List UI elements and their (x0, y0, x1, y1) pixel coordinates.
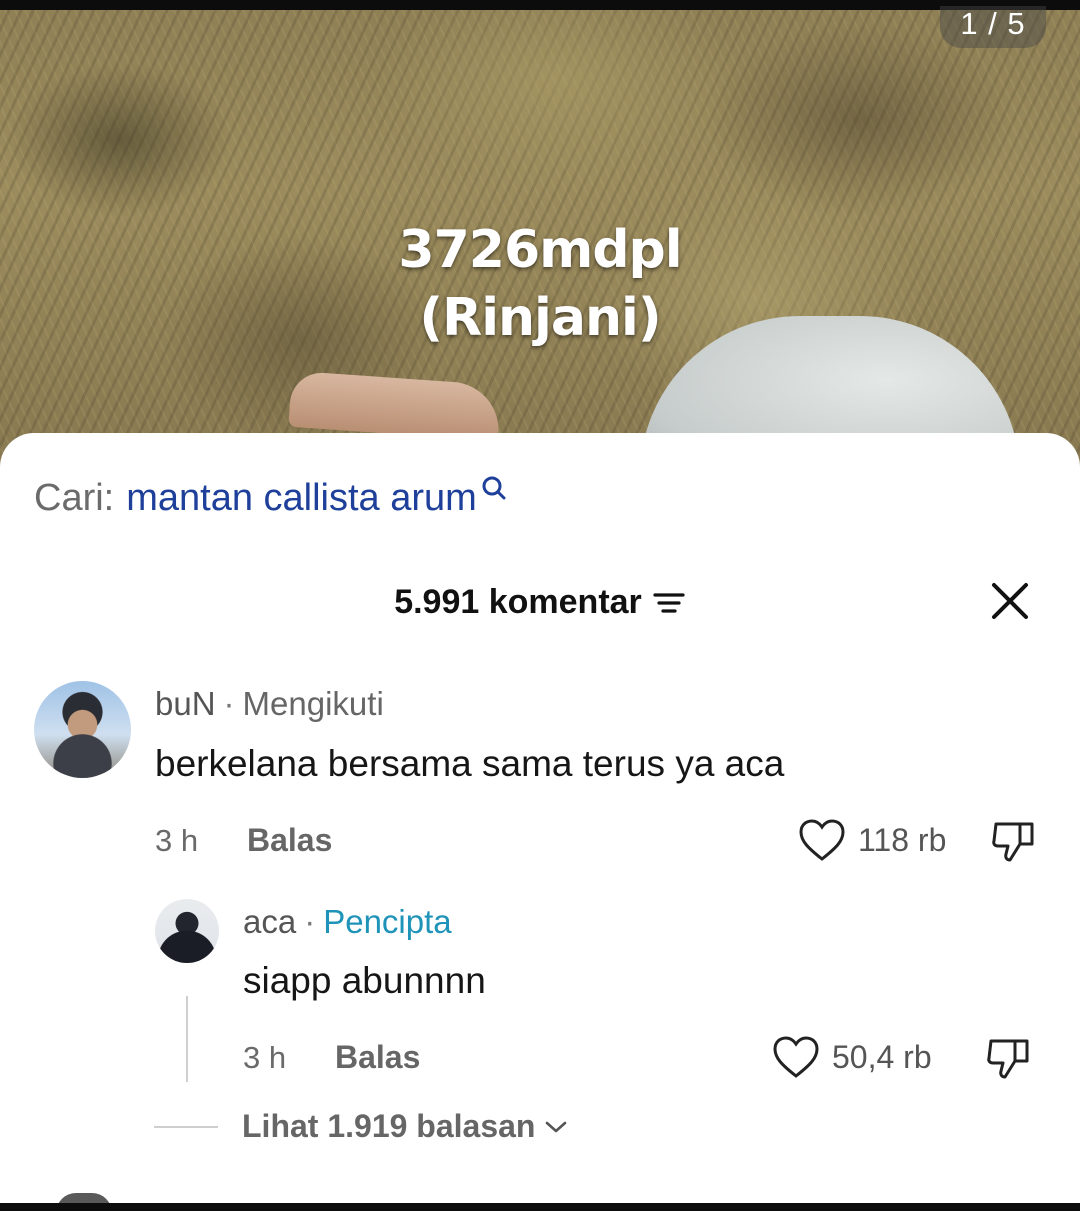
comment-count: 5.991 komentar (394, 583, 642, 621)
search-query-link[interactable]: mantan callista arum (126, 477, 477, 520)
thread-line (186, 996, 188, 1082)
close-icon[interactable] (990, 581, 1030, 621)
bottom-strip (0, 1203, 1080, 1211)
like-button[interactable]: 50,4 rb (772, 1035, 932, 1079)
comment-text: siapp abunnnn (243, 960, 486, 1001)
replies-divider (154, 1125, 218, 1128)
heart-icon (773, 1036, 819, 1078)
comment-time: 3 h (243, 1040, 287, 1075)
overlay-caption-line2: (Rinjani) (419, 288, 661, 348)
search-icon (482, 476, 506, 500)
status-strip (0, 0, 1080, 10)
comment-time: 3 h (155, 823, 199, 858)
comment-username[interactable]: buN (155, 685, 216, 722)
avatar[interactable] (34, 681, 131, 778)
dislike-icon[interactable] (990, 818, 1038, 864)
chevron-down-icon (546, 1121, 567, 1132)
view-replies-label: Lihat 1.919 balasan (242, 1108, 536, 1144)
comment-username[interactable]: aca (243, 903, 296, 940)
heart-icon (799, 819, 845, 861)
dislike-icon[interactable] (985, 1035, 1033, 1081)
search-suggestion[interactable]: Cari: mantan callista arum (34, 476, 507, 520)
avatar[interactable] (155, 899, 219, 963)
follow-status: Mengikuti (242, 685, 384, 722)
reply-button[interactable]: Balas (247, 822, 332, 859)
comment-text: berkelana bersama sama terus ya aca (155, 743, 785, 784)
filter-icon[interactable] (652, 588, 686, 618)
like-count: 50,4 rb (832, 1038, 932, 1075)
view-replies-button[interactable]: Lihat 1.919 balasan (154, 1108, 569, 1145)
reply-button[interactable]: Balas (335, 1039, 420, 1076)
hand-in-photo (288, 370, 502, 442)
overlay-caption-line1: 3726mdpl (398, 220, 682, 280)
like-count: 118 rb (858, 821, 947, 858)
page-counter: 1 / 5 (940, 6, 1046, 48)
like-button[interactable]: 118 rb (798, 818, 946, 862)
separator-dot: · (304, 903, 316, 940)
creator-badge: Pencipta (323, 903, 452, 940)
comments-header: 5.991 komentar (0, 583, 1080, 627)
post-media[interactable]: 3726mdpl (Rinjani) (0, 0, 1080, 470)
search-prefix: Cari: (34, 477, 115, 519)
separator-dot: · (223, 685, 235, 722)
